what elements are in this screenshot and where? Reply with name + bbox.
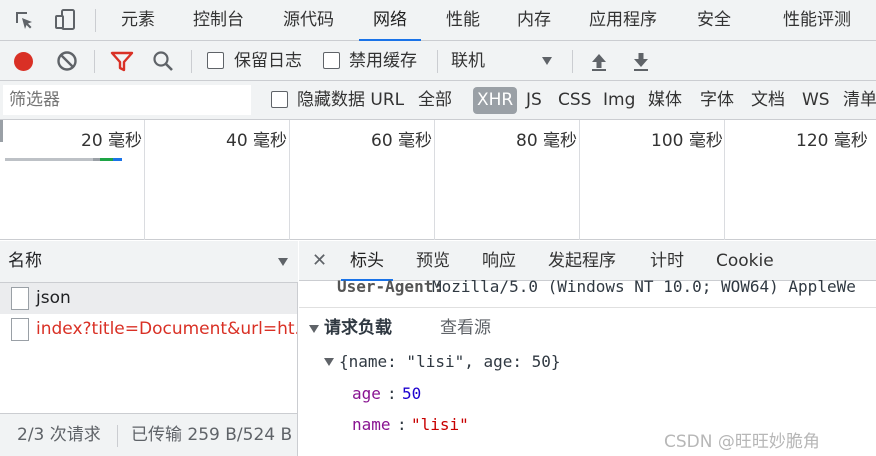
request-row-json[interactable]: json [0,283,297,314]
hide-data-urls-label: 隐藏数据 URL [297,90,405,110]
filter-type-js[interactable]: JS [526,81,542,120]
timeline-column: 20 毫秒 [0,120,145,240]
transfer-size: 已传输 259 B/524 B [131,425,293,445]
inspect-element-icon[interactable] [12,8,36,32]
request-row-index[interactable]: index?title=Document&url=ht... [0,314,297,345]
filter-type-all[interactable]: 全部 [418,81,452,120]
section-divider [299,307,876,308]
timeline-label: 120 毫秒 [796,131,868,151]
filter-type-css[interactable]: CSS [558,81,591,120]
divider [437,50,438,73]
file-icon [11,287,29,310]
dropdown-arrow-icon [542,57,552,65]
disable-cache-checkbox[interactable] [323,52,340,69]
watermark: CSDN @旺旺妙脆角 [664,432,820,452]
divider [94,50,95,73]
user-agent-row: User-Agent: Mozilla/5.0 (Windows NT 10.0… [299,274,876,300]
filter-type-doc[interactable]: 文档 [751,81,785,120]
upload-icon[interactable] [587,50,611,74]
timeline-column: 40 毫秒 [145,120,290,240]
name-column-label: 名称 [8,251,42,271]
tab-security[interactable]: 安全 [697,0,731,41]
header-key: User-Agent: [337,277,443,296]
view-source-link[interactable]: 查看源 [440,313,491,343]
filter-type-ws[interactable]: WS [802,81,830,120]
timeline-label: 80 毫秒 [516,131,578,151]
filter-type-img[interactable]: Img [603,81,635,120]
tab-sources[interactable]: 源代码 [283,0,334,41]
record-button[interactable] [14,52,33,71]
payload-section-header[interactable]: 请求负载 查看源 [299,313,876,343]
tab-lighthouse[interactable]: 性能评测 [783,0,851,41]
timeline-request-bar [113,158,122,161]
payload-object-summary: {name: "lisi", age: 50} [339,352,561,371]
network-toolbar: 保留日志 禁用缓存 联机 [0,41,876,81]
payload-field-row: age : 50 [299,379,876,409]
filter-type-manifest[interactable]: 清单 [843,81,876,120]
filter-bar: 隐藏数据 URL 全部 XHR JS CSS Img 媒体 字体 文档 WS 清… [0,81,876,120]
preserve-log-label: 保留日志 [234,51,302,71]
expand-triangle-icon [324,358,334,366]
request-count: 2/3 次请求 [17,425,101,445]
request-name: index?title=Document&url=ht... [36,319,297,339]
filter-type-xhr[interactable]: XHR [473,87,518,114]
download-icon[interactable] [629,50,653,74]
disable-cache-label: 禁用缓存 [349,51,417,71]
payload-field-value: 50 [402,384,422,403]
divider [95,9,96,32]
divider [191,50,192,73]
filter-icon[interactable] [110,50,134,74]
throttling-value: 联机 [451,51,485,71]
timeline-request-bar [5,158,93,161]
tab-network[interactable]: 网络 [359,0,421,41]
payload-field-key: name [352,415,391,434]
divider [572,50,573,73]
timeline-label: 60 毫秒 [371,131,433,151]
payload-field-key: age [352,384,381,403]
devtools-tab-bar: 元素 控制台 源代码 网络 性能 内存 应用程序 安全 性能评测 [0,0,876,41]
tab-elements[interactable]: 元素 [121,0,155,41]
filter-type-media[interactable]: 媒体 [648,81,682,120]
device-toolbar-icon[interactable] [53,8,77,32]
throttling-select[interactable]: 联机 [451,41,559,81]
timeline-column: 100 毫秒 [580,120,725,240]
payload-object-row[interactable]: {name: "lisi", age: 50} [299,347,876,377]
name-column-header[interactable]: 名称 [0,241,298,283]
filter-type-font[interactable]: 字体 [700,81,734,120]
divider [117,425,118,447]
request-list: 名称 json index?title=Document&url=ht... 2… [0,241,298,456]
timeline-label: 40 毫秒 [226,131,288,151]
hide-data-urls-checkbox[interactable] [271,91,288,108]
payload-field-value: "lisi" [411,415,469,434]
tab-memory[interactable]: 内存 [517,0,551,41]
timeline-column: 60 毫秒 [290,120,435,240]
timeline-request-bar [93,158,100,161]
timeline-label: 20 毫秒 [81,131,143,151]
timeline-label: 100 毫秒 [651,131,723,151]
header-value: Mozilla/5.0 (Windows NT 10.0; WOW64) App… [432,277,856,296]
preserve-log-checkbox[interactable] [207,52,224,69]
payload-title: 请求负载 [324,318,392,338]
timeline-column: 120 毫秒 [725,120,876,240]
clear-icon[interactable] [55,49,79,73]
status-bar: 2/3 次请求 已传输 259 B/524 B [0,413,297,456]
tab-console[interactable]: 控制台 [193,0,244,41]
timeline-overview[interactable]: 20 毫秒 40 毫秒 60 毫秒 80 毫秒 100 毫秒 120 毫秒 [0,120,876,240]
sort-arrow-icon [278,258,288,266]
search-icon[interactable] [151,49,175,73]
tab-application[interactable]: 应用程序 [589,0,657,41]
file-icon [11,318,29,341]
request-name: json [36,288,71,308]
request-detail-pane: ✕ 标头 预览 响应 发起程序 计时 Cookie User-Agent: Mo… [299,241,876,456]
timeline-column: 80 毫秒 [435,120,580,240]
tab-performance[interactable]: 性能 [446,0,480,41]
collapse-triangle-icon [309,325,319,333]
filter-input[interactable] [3,85,251,115]
